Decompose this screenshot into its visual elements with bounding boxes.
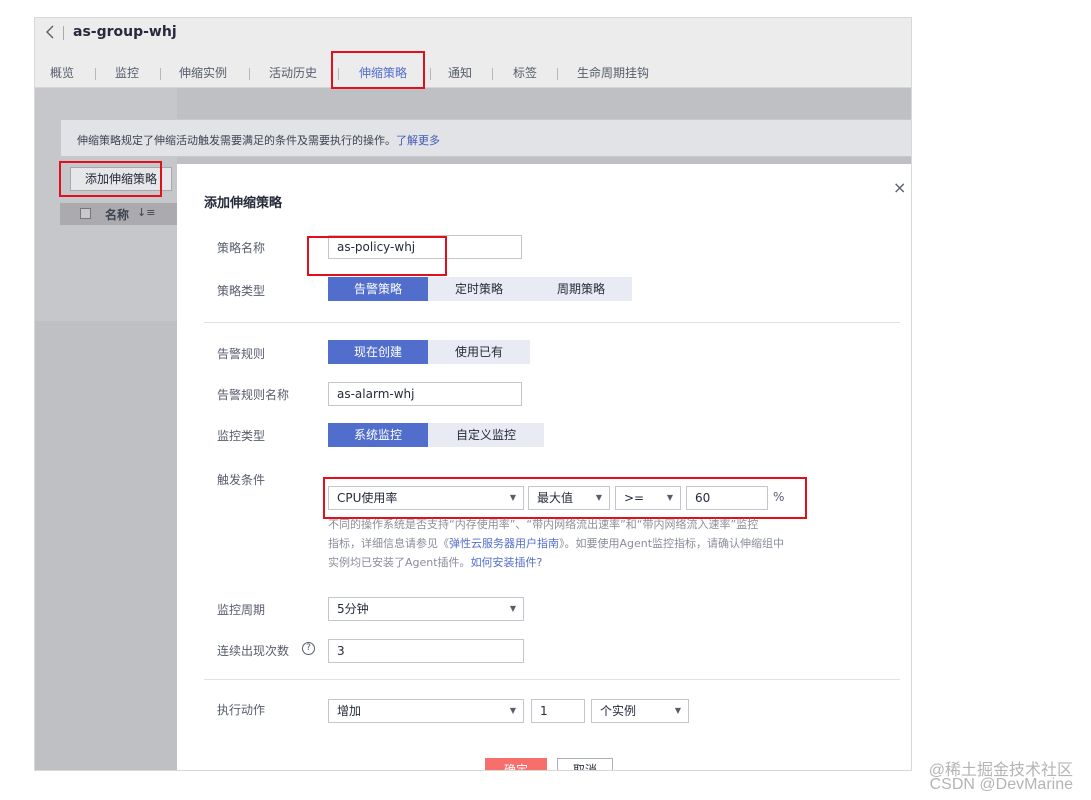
select-all-checkbox[interactable] bbox=[80, 208, 91, 219]
tab-separator bbox=[95, 68, 96, 80]
policy-type-label: 策略类型 bbox=[217, 284, 266, 298]
add-policy-dialog: × 添加伸缩策略 策略名称 as-policy-whj 策略类型 告警策略 定时… bbox=[177, 164, 911, 770]
tab-separator bbox=[160, 68, 161, 80]
period-label: 监控周期 bbox=[217, 603, 266, 617]
watermark-csdn: CSDN @DevMarine bbox=[929, 776, 1073, 793]
console-screenshot: as-group-whj 概览 监控 伸缩实例 活动历史 伸缩策略 通知 标签 … bbox=[34, 17, 912, 771]
column-name: 名称 bbox=[105, 208, 130, 222]
chevron-down-icon: ▼ bbox=[674, 706, 681, 715]
tab-separator bbox=[557, 68, 558, 80]
policy-name-label: 策略名称 bbox=[217, 241, 266, 255]
policy-type-scheduled[interactable]: 定时策略 bbox=[428, 277, 530, 301]
alarm-rule-name-input[interactable]: as-alarm-whj bbox=[328, 382, 522, 406]
info-banner: 伸缩策略规定了伸缩活动触发需要满足的条件及需要执行的操作。了解更多 bbox=[60, 119, 911, 157]
tab-monitoring[interactable]: 监控 bbox=[115, 64, 139, 82]
help-icon[interactable]: ? bbox=[302, 642, 315, 655]
tab-separator bbox=[249, 68, 250, 80]
hint-line-3: 实例均已安装了Agent插件。如何安装插件? bbox=[328, 553, 868, 572]
alarm-rule-label: 告警规则 bbox=[217, 347, 266, 361]
count-input[interactable]: 3 bbox=[328, 639, 524, 663]
monitor-type-custom[interactable]: 自定义监控 bbox=[428, 423, 544, 447]
hint-line-1: 不同的操作系统是否支持“内存使用率”、“带内网络流出速率”和“带内网络流入速率”… bbox=[328, 518, 759, 531]
close-icon[interactable]: × bbox=[893, 178, 906, 197]
alarm-rule-create-now[interactable]: 现在创建 bbox=[328, 340, 428, 364]
hint-text: 指标，详细信息请参见《 bbox=[328, 537, 449, 550]
tab-overview[interactable]: 概览 bbox=[50, 64, 74, 82]
hint-text: 》。如要使用Agent监控指标，请确认伸缩组中 bbox=[559, 537, 785, 550]
highlight-box-add-button bbox=[59, 161, 162, 197]
highlight-box-tab bbox=[331, 51, 425, 89]
monitor-type-system[interactable]: 系统监控 bbox=[328, 423, 428, 447]
section-divider bbox=[204, 322, 900, 323]
chevron-down-icon: ▼ bbox=[509, 706, 516, 715]
alarm-rule-name-label: 告警规则名称 bbox=[217, 388, 290, 402]
chevron-down-icon: ▼ bbox=[509, 604, 516, 613]
dialog-title: 添加伸缩策略 bbox=[204, 196, 283, 211]
trigger-hint: 不同的操作系统是否支持“内存使用率”、“带内网络流出速率”和“带内网络流入速率”… bbox=[328, 515, 868, 572]
learn-more-link[interactable]: 了解更多 bbox=[396, 134, 440, 147]
page-header: as-group-whj 概览 监控 伸缩实例 活动历史 伸缩策略 通知 标签 … bbox=[35, 18, 911, 88]
tab-lifecycle-hooks[interactable]: 生命周期挂钩 bbox=[577, 64, 649, 82]
monitor-type-label: 监控类型 bbox=[217, 429, 266, 443]
hint-line-2: 指标，详细信息请参见《弹性云服务器用户指南》。如要使用Agent监控指标，请确认… bbox=[328, 534, 868, 553]
tab-notifications[interactable]: 通知 bbox=[448, 64, 472, 82]
alarm-rule-use-existing[interactable]: 使用已有 bbox=[428, 340, 530, 364]
info-message: 伸缩策略规定了伸缩活动触发需要满足的条件及需要执行的操作。 bbox=[77, 134, 396, 147]
trigger-label: 触发条件 bbox=[217, 473, 266, 487]
action-label: 执行动作 bbox=[217, 703, 266, 717]
highlight-box-policy-name bbox=[307, 236, 447, 276]
policy-type-alarm[interactable]: 告警策略 bbox=[328, 277, 428, 301]
install-plugin-link[interactable]: 如何安装插件? bbox=[471, 556, 543, 569]
ecs-guide-link[interactable]: 弹性云服务器用户指南 bbox=[449, 537, 559, 550]
action-unit-select[interactable]: 个实例 ▼ bbox=[591, 699, 689, 723]
sort-icon[interactable]: ↓≡ bbox=[137, 206, 155, 219]
action-type-select[interactable]: 增加 ▼ bbox=[328, 699, 524, 723]
policy-type-periodic[interactable]: 周期策略 bbox=[530, 277, 632, 301]
highlight-box-trigger bbox=[323, 477, 807, 519]
group-title: as-group-whj bbox=[73, 24, 177, 40]
action-unit-value: 个实例 bbox=[600, 704, 637, 718]
cancel-button[interactable]: 取消 bbox=[557, 758, 613, 770]
back-arrow-icon[interactable] bbox=[43, 24, 59, 40]
count-label: 连续出现次数 bbox=[217, 644, 290, 658]
ok-button[interactable]: 确定 bbox=[485, 758, 547, 770]
section-divider bbox=[204, 679, 900, 680]
info-text: 伸缩策略规定了伸缩活动触发需要满足的条件及需要执行的操作。了解更多 bbox=[77, 132, 440, 148]
hint-text: 实例均已安装了Agent插件。 bbox=[328, 556, 471, 569]
period-select[interactable]: 5分钟 ▼ bbox=[328, 597, 524, 621]
tab-tags[interactable]: 标签 bbox=[513, 64, 537, 82]
action-type-value: 增加 bbox=[337, 704, 362, 718]
header-separator bbox=[63, 26, 64, 40]
tab-activity-history[interactable]: 活动历史 bbox=[269, 64, 317, 82]
period-value: 5分钟 bbox=[337, 602, 369, 616]
action-amount-input[interactable]: 1 bbox=[531, 699, 585, 723]
tab-separator bbox=[492, 68, 493, 80]
tab-separator bbox=[430, 68, 431, 80]
table-header: 名称 ↓≡ bbox=[60, 203, 177, 225]
tab-scaling-instances[interactable]: 伸缩实例 bbox=[179, 64, 227, 82]
